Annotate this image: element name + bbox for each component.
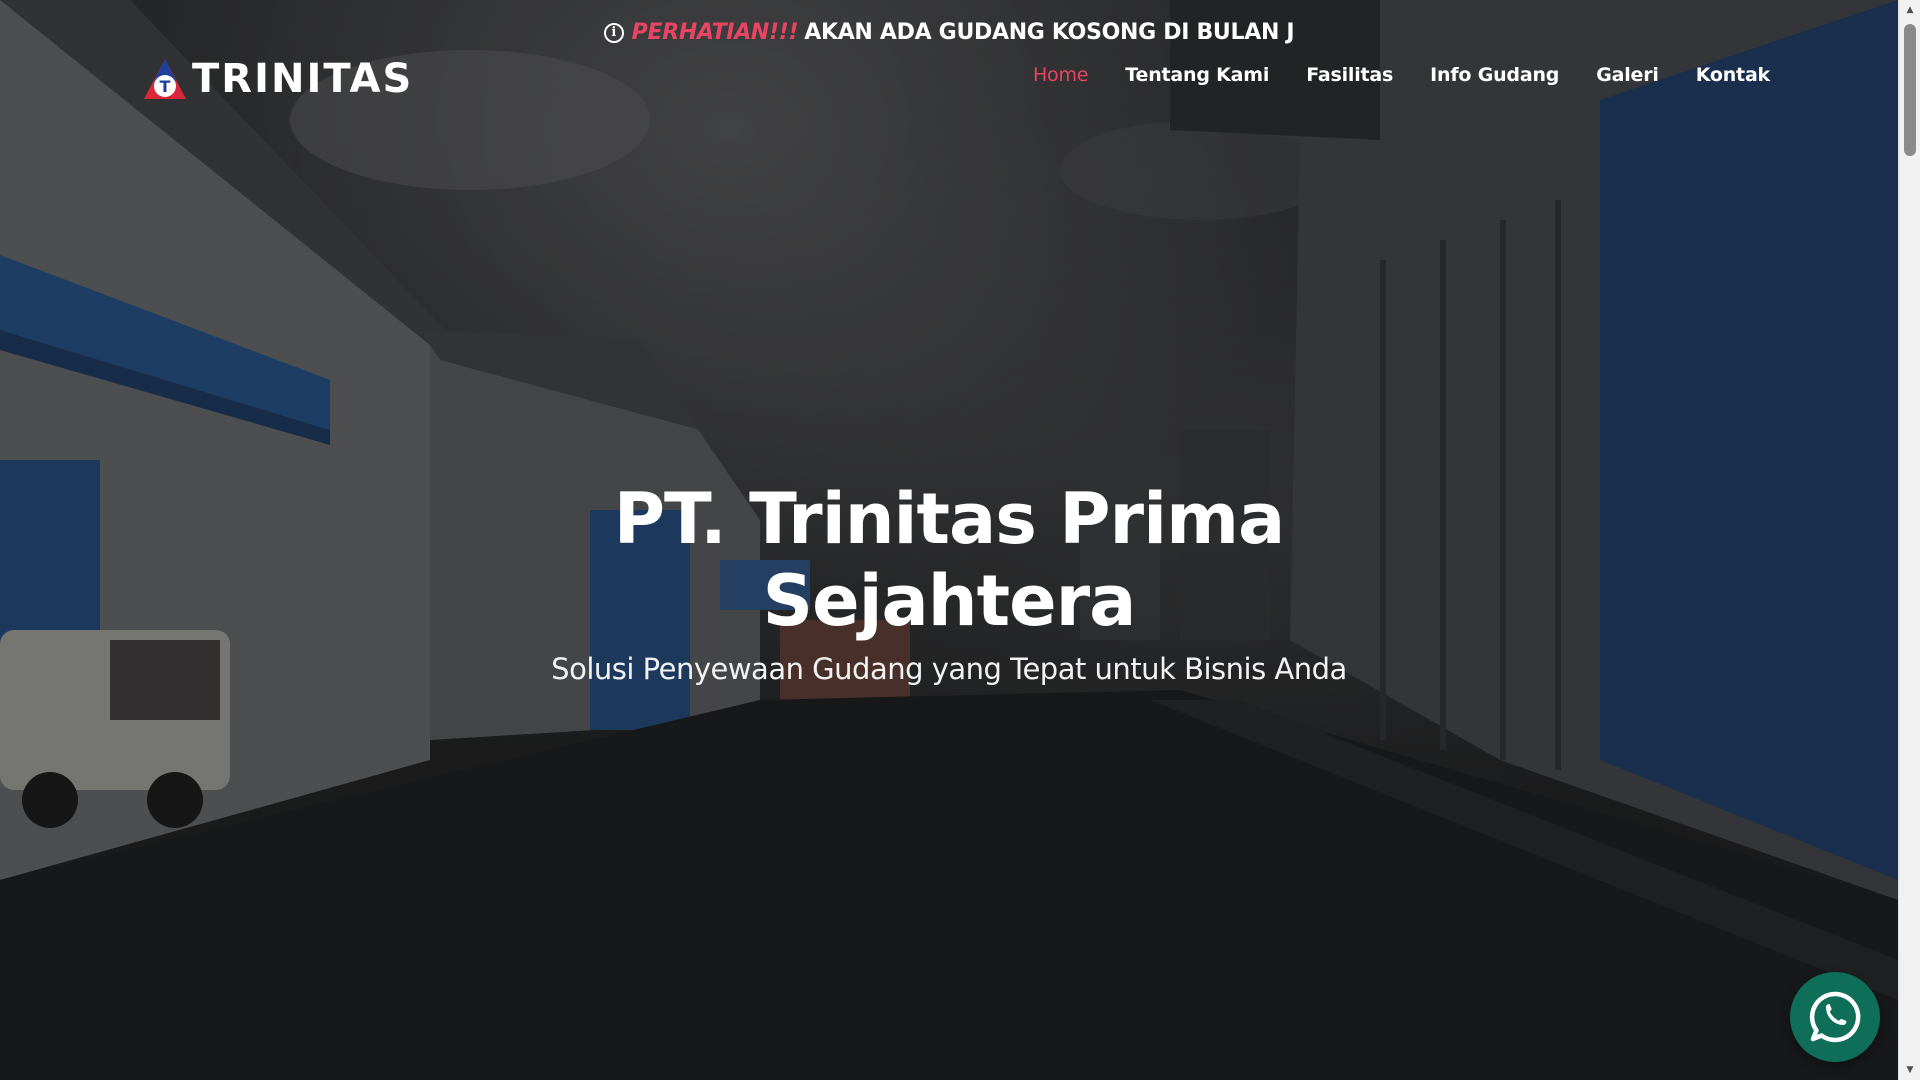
main-nav: Home Tentang Kami Fasilitas Info Gudang …: [1033, 64, 1770, 86]
scroll-down-arrow-icon[interactable]: ▼: [1899, 1062, 1920, 1078]
nav-info-gudang[interactable]: Info Gudang: [1430, 64, 1559, 86]
nav-tentang-kami[interactable]: Tentang Kami: [1125, 64, 1269, 86]
brand-name: TRINITAS: [192, 56, 414, 102]
notice-alert: PERHATIAN!!!: [631, 20, 799, 45]
whatsapp-button[interactable]: [1790, 972, 1880, 1062]
logo-letter: T: [160, 77, 171, 96]
nav-kontak[interactable]: Kontak: [1696, 64, 1771, 86]
scroll-up-arrow-icon[interactable]: ▲: [1899, 2, 1920, 18]
hero-title: PT. Trinitas Prima Sejahtera: [0, 478, 1898, 642]
notice-message: AKAN ADA GUDANG KOSONG DI BULAN J: [804, 20, 1295, 45]
hero-title-line-2: Sejahtera: [762, 560, 1137, 642]
brand-logo-link[interactable]: T TRINITAS: [142, 56, 413, 102]
triangle-t-logo-icon: T: [144, 59, 186, 99]
nav-home[interactable]: Home: [1033, 64, 1089, 86]
scrollbar-thumb[interactable]: [1904, 24, 1916, 156]
notice-marquee: i PERHATIAN!!! AKAN ADA GUDANG KOSONG DI B…: [0, 20, 1898, 45]
page-scrollbar[interactable]: ▲ ▼: [1898, 0, 1920, 1080]
whatsapp-icon: [1809, 991, 1861, 1043]
nav-fasilitas[interactable]: Fasilitas: [1306, 64, 1393, 86]
nav-galeri[interactable]: Galeri: [1596, 64, 1659, 86]
page: i PERHATIAN!!! AKAN ADA GUDANG KOSONG DI B…: [0, 0, 1920, 1080]
info-circle-icon: i: [603, 23, 624, 43]
hero-title-line-1: PT. Trinitas Prima: [613, 478, 1286, 560]
hero-subtitle: Solusi Penyewaan Gudang yang Tepat untuk…: [551, 652, 1347, 686]
